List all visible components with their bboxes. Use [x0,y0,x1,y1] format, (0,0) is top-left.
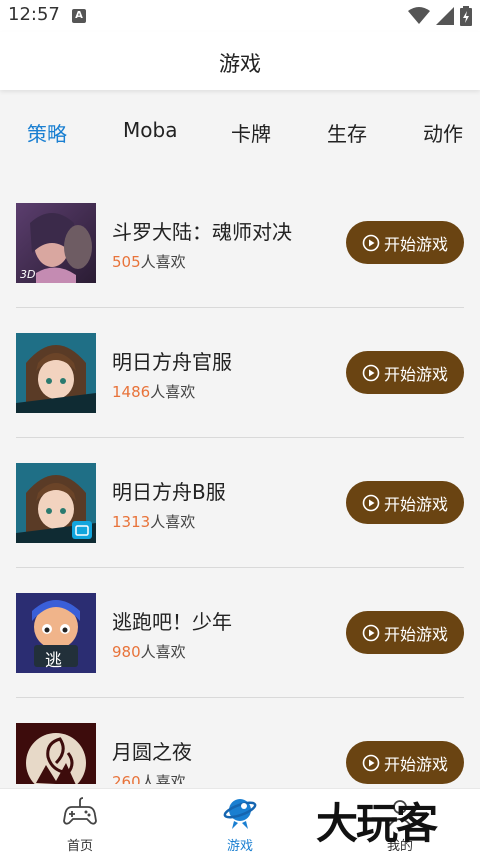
status-bar: 12:57 A [0,0,480,32]
status-time: 12:57 [8,4,60,25]
play-circle-icon [362,624,380,641]
list-item[interactable]: 月圆之夜 260人喜欢 开始游戏 [16,698,464,784]
category-tabs: 策略 Moba 卡牌 生存 动作 [0,110,480,152]
play-circle-icon [362,494,380,511]
start-game-button[interactable]: 开始游戏 [346,221,464,264]
start-game-button[interactable]: 开始游戏 [346,481,464,524]
game-name: 月圆之夜 [112,740,192,764]
start-game-button[interactable]: 开始游戏 [346,351,464,394]
play-circle-icon [362,234,380,251]
game-thumbnail: 3D [16,203,96,283]
watermark: 大玩客 [316,799,438,848]
start-game-label: 开始游戏 [383,494,448,514]
app-header: 游戏 [0,32,480,90]
list-item[interactable]: 3D 斗罗大陆：魂师对决 505人喜欢 开始游戏 [16,178,464,308]
game-name: 明日方舟官服 [112,350,232,374]
game-thumbnail [16,463,96,543]
notification-icon: A [72,9,86,23]
start-game-label: 开始游戏 [383,754,448,774]
list-item[interactable]: 逃 逃跑吧！少年 980人喜欢 开始游戏 [16,568,464,698]
nav-label-games: 游戏 [226,839,253,854]
start-game-label: 开始游戏 [383,234,448,254]
play-circle-icon [362,754,380,771]
game-name: 明日方舟B服 [112,480,226,504]
game-thumbnail [16,333,96,413]
game-thumbnail [16,723,96,784]
gamepad-icon [63,797,97,825]
rocket-icon [223,799,257,829]
game-list: 3D 斗罗大陆：魂师对决 505人喜欢 开始游戏 明日方舟官服 1486人喜欢 … [0,178,480,784]
start-game-label: 开始游戏 [383,624,448,644]
thumbnail-badge: 逃 [45,651,62,671]
wifi-icon [408,7,430,24]
game-name: 逃跑吧！少年 [112,610,232,634]
nav-label-home: 首页 [66,839,93,854]
game-likes: 505人喜欢 [112,253,186,271]
page-title: 游戏 [219,52,261,76]
signal-icon [436,7,454,25]
battery-icon [460,6,472,26]
play-circle-icon [362,364,380,381]
list-item[interactable]: 明日方舟官服 1486人喜欢 开始游戏 [16,308,464,438]
start-game-label: 开始游戏 [383,364,448,384]
start-game-button[interactable]: 开始游戏 [346,741,464,784]
tab-moba[interactable]: Moba [123,118,177,142]
game-likes: 1313人喜欢 [112,513,196,531]
game-likes: 260人喜欢 [112,773,186,784]
status-icons [408,6,472,26]
tab-action[interactable]: 动作 [423,118,463,147]
nav-item-games[interactable]: 游戏 [200,795,280,854]
thumbnail-badge: 3D [20,268,36,281]
tab-strategy[interactable]: 策略 [27,118,67,147]
game-likes: 980人喜欢 [112,643,186,661]
game-likes: 1486人喜欢 [112,383,196,401]
game-thumbnail: 逃 [16,593,96,673]
start-game-button[interactable]: 开始游戏 [346,611,464,654]
tab-survival[interactable]: 生存 [327,118,367,147]
list-item[interactable]: 明日方舟B服 1313人喜欢 开始游戏 [16,438,464,568]
tab-card[interactable]: 卡牌 [231,118,271,147]
nav-item-home[interactable]: 首页 [40,795,120,854]
game-name: 斗罗大陆：魂师对决 [112,220,292,244]
